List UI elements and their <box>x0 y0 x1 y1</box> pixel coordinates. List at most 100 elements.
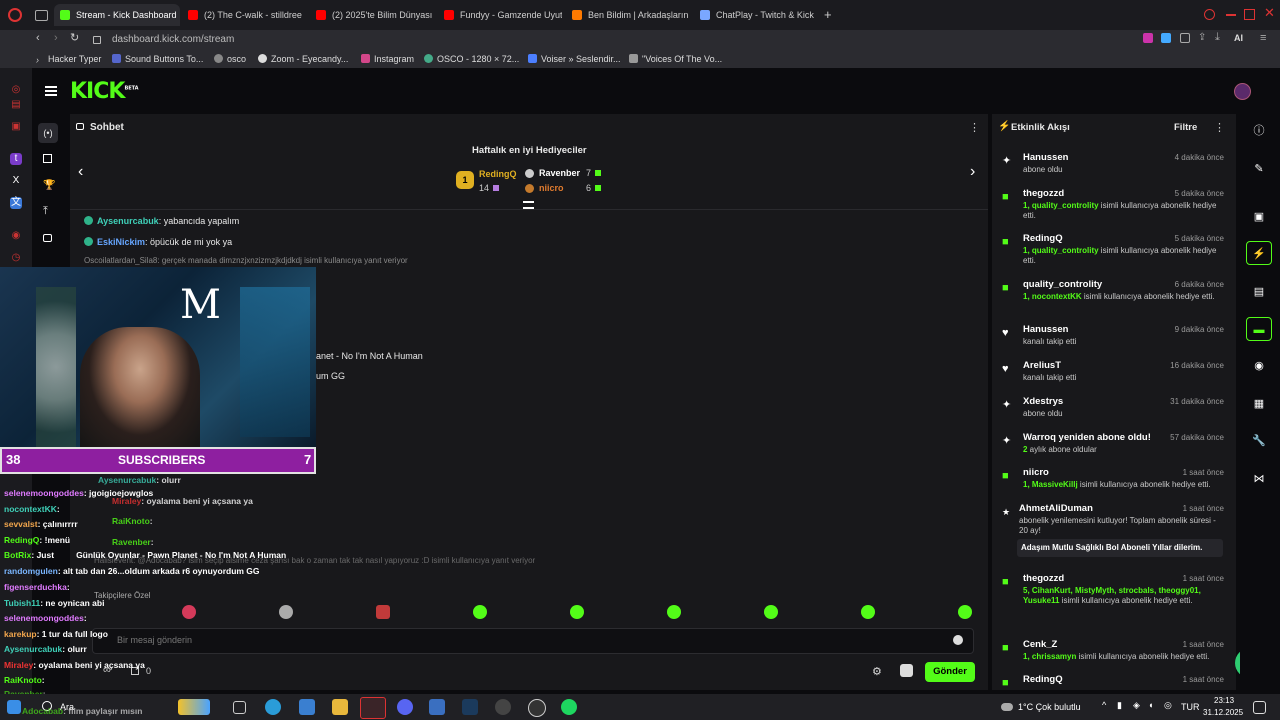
share-icon[interactable]: ⋈ <box>1252 472 1266 486</box>
start-icon[interactable] <box>7 700 21 714</box>
widget-icon[interactable] <box>178 699 210 715</box>
more-icon[interactable]: ≡ <box>1260 32 1266 44</box>
tab-youtube-cwalk[interactable]: (2) The C-walk - stilldree <box>182 4 306 26</box>
bookmark[interactable]: "Voices Of The Vo... <box>629 50 722 68</box>
bookmark[interactable]: › Hacker Typer <box>36 50 101 68</box>
bookmark[interactable]: Voiser » Seslendir... <box>528 50 621 68</box>
trophy-icon[interactable]: 🏆 <box>43 180 55 191</box>
kick-logo[interactable]: KICKBETA <box>70 79 139 104</box>
tab-youtube-bilim[interactable]: (2) 2025'te Bilim Dünyası <box>310 4 434 26</box>
task-view-icon[interactable] <box>233 701 246 714</box>
chat-username[interactable]: EskiNickim <box>97 237 145 247</box>
bookmark[interactable]: osco <box>214 50 246 68</box>
folder-icon[interactable] <box>332 699 348 715</box>
puzzle-icon[interactable] <box>1180 33 1190 43</box>
tab-kick-dashboard[interactable]: Stream - Kick Dashboard <box>54 4 180 26</box>
sidebar-app-icon[interactable]: ▣ <box>10 121 22 133</box>
discord-icon[interactable] <box>397 699 413 715</box>
settings-icon[interactable]: ⚙ <box>872 665 882 678</box>
filter-button[interactable]: Filtre <box>1174 122 1197 133</box>
opera-icon[interactable] <box>360 697 386 719</box>
camera-icon[interactable]: ▣ <box>1252 210 1266 224</box>
url-field[interactable]: dashboard.kick.com/stream <box>112 30 234 50</box>
extension-icon[interactable] <box>1143 33 1153 43</box>
bookmark[interactable]: Zoom - Eyecandy... <box>258 50 348 68</box>
collapse-icon[interactable] <box>523 201 534 209</box>
emote-icon[interactable] <box>861 605 875 619</box>
ai-button[interactable]: AI <box>1234 33 1243 43</box>
upload-icon[interactable]: ⤒ <box>43 205 48 218</box>
document-icon[interactable]: ▤ <box>1252 285 1266 299</box>
workspaces-icon[interactable] <box>35 10 48 21</box>
wrench-icon[interactable]: 🔧 <box>1252 434 1266 448</box>
app-icon[interactable] <box>495 699 511 715</box>
edge-icon[interactable] <box>265 699 281 715</box>
chat-username[interactable]: Aysenurcabuk <box>97 216 159 226</box>
language-indicator[interactable]: TUR <box>1181 702 1200 712</box>
plus-icon[interactable]: + <box>824 8 832 21</box>
bookmark[interactable]: Instagram <box>361 50 414 68</box>
info-icon[interactable]: ⓘ <box>1252 124 1266 138</box>
translate-icon[interactable]: 文 <box>10 197 22 209</box>
chat-input[interactable] <box>92 628 974 654</box>
record-icon[interactable]: ◉ <box>10 230 22 242</box>
top-gifter-name[interactable]: RedingQ <box>479 169 517 179</box>
edit-icon[interactable]: ✎ <box>1252 162 1266 176</box>
bookmark[interactable]: OSCO - 1280 × 72... <box>424 50 519 68</box>
headset-icon[interactable]: ◎ <box>1164 700 1172 711</box>
tab-chatplay[interactable]: ChatPlay - Twitch & Kick <box>694 4 818 26</box>
stream-icon[interactable]: (•) <box>38 123 58 143</box>
weather-text[interactable]: 1°C Çok bulutlu <box>1018 702 1081 712</box>
activity-menu-icon[interactable]: ⋮ <box>1214 121 1225 134</box>
emote-icon[interactable] <box>570 605 584 619</box>
chevron-right-icon[interactable]: › <box>970 163 975 181</box>
forward-icon[interactable]: › <box>54 32 58 44</box>
spotify-icon[interactable] <box>561 699 577 715</box>
tab-ben-bildim[interactable]: Ben Bildim | Arkadaşların <box>566 4 690 26</box>
emote-icon[interactable] <box>958 605 972 619</box>
second-gifter-name[interactable]: Ravenber <box>539 168 580 178</box>
emote-icon[interactable] <box>182 605 196 619</box>
maximize-icon[interactable] <box>1244 9 1255 20</box>
chat-toggle-icon[interactable]: ▬ <box>1246 317 1272 341</box>
notification-icon[interactable] <box>1253 701 1266 714</box>
layout-icon[interactable]: ▦ <box>1252 397 1266 411</box>
emote-icon[interactable] <box>473 605 487 619</box>
emote-icon[interactable] <box>279 605 293 619</box>
app-icon[interactable] <box>429 699 445 715</box>
send-button[interactable]: Gönder <box>925 662 975 682</box>
bookmark[interactable]: Sound Buttons To... <box>112 50 203 68</box>
tab-youtube-fundyy[interactable]: Fundyy - Gamzende Uyut <box>438 4 562 26</box>
user-avatar[interactable] <box>1234 83 1251 100</box>
sidebar-app-icon[interactable]: ◎ <box>10 84 22 96</box>
emote-icon[interactable] <box>667 605 681 619</box>
extension-icon[interactable] <box>1161 33 1171 43</box>
emote-icon[interactable] <box>376 605 390 619</box>
bot-icon[interactable] <box>900 664 913 677</box>
minimize-icon[interactable] <box>1226 14 1236 16</box>
activity-icon[interactable]: ⚡ <box>1246 241 1272 265</box>
broadcast-icon[interactable]: ◉ <box>1252 359 1266 373</box>
app-icon[interactable] <box>299 699 315 715</box>
share-icon[interactable]: ⇪ <box>1198 32 1206 43</box>
download-icon[interactable]: ⤓ <box>1215 31 1220 44</box>
chevron-up-icon[interactable]: ^ <box>1102 700 1106 710</box>
camera-icon[interactable] <box>43 234 52 242</box>
chat-menu-icon[interactable]: ⋮ <box>969 121 980 134</box>
twitch-icon[interactable]: t <box>10 153 22 165</box>
close-icon[interactable]: ✕ <box>1264 6 1275 19</box>
obs-icon[interactable] <box>528 699 546 717</box>
third-gifter-name[interactable]: niicro <box>539 183 564 193</box>
steam-icon[interactable] <box>462 699 478 715</box>
reload-icon[interactable]: ↻ <box>70 31 79 44</box>
x-icon[interactable]: X <box>10 175 22 187</box>
emote-icon[interactable] <box>764 605 778 619</box>
dashboard-icon[interactable] <box>43 154 52 163</box>
back-icon[interactable]: ‹ <box>36 32 40 44</box>
volume-icon[interactable]: ◖ <box>1148 700 1153 710</box>
clock-icon[interactable]: ◷ <box>10 252 22 264</box>
browser-menu-icon[interactable] <box>8 8 22 22</box>
chevron-left-icon[interactable]: ‹ <box>78 163 83 181</box>
search-icon[interactable] <box>1204 9 1215 20</box>
sidebar-app-icon[interactable]: ▤ <box>10 99 22 111</box>
